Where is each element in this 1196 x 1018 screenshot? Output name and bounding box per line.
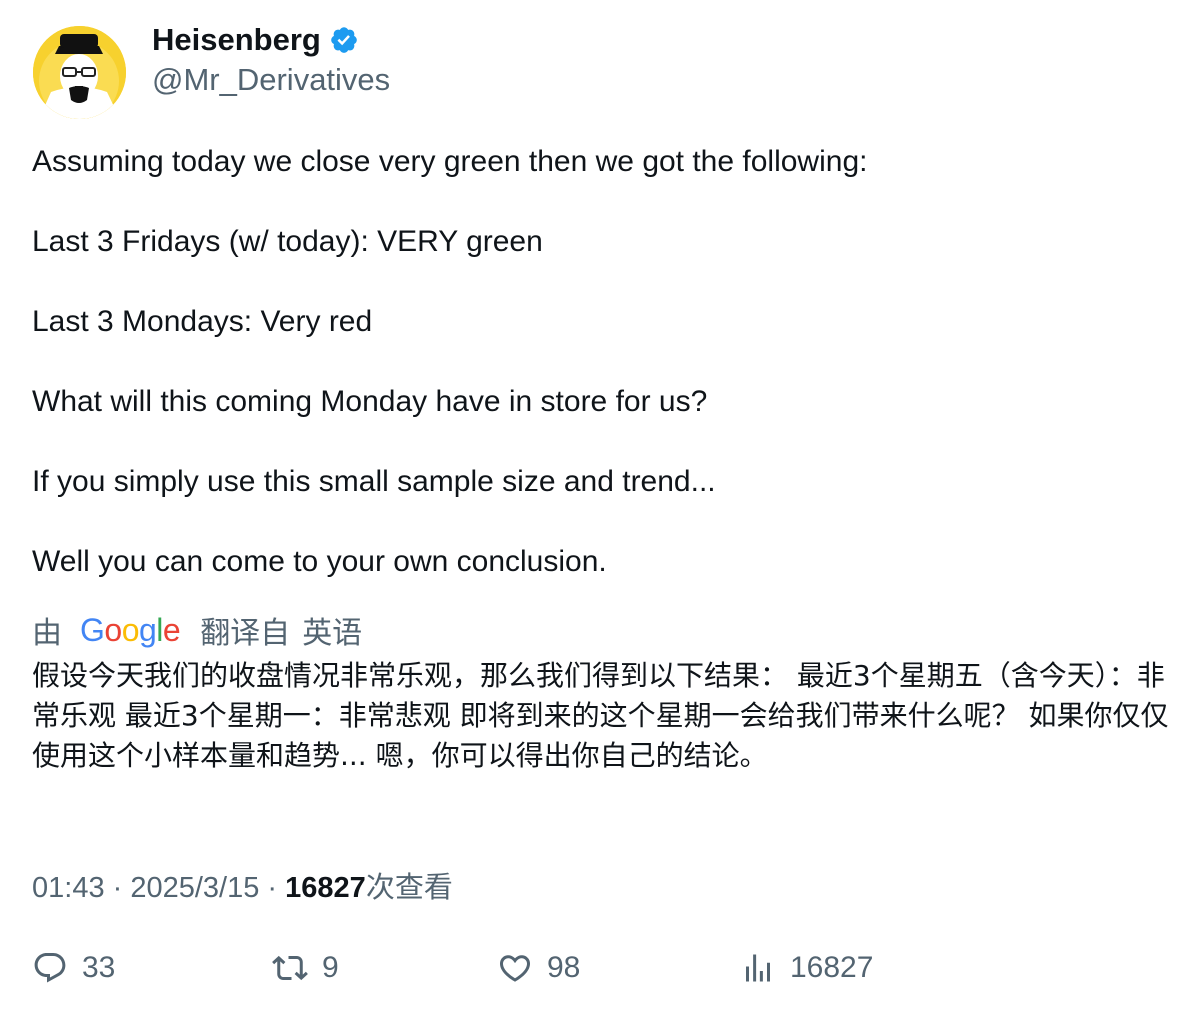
heisenberg-avatar-icon xyxy=(33,26,126,119)
verified-badge-icon xyxy=(329,25,359,55)
like-count: 98 xyxy=(547,951,581,984)
views-label: 次查看 xyxy=(365,872,453,904)
meta-separator: · xyxy=(259,872,286,904)
reply-button[interactable]: 33 xyxy=(32,950,115,986)
heart-icon xyxy=(499,955,531,982)
author-handle[interactable]: @Mr_Derivatives xyxy=(152,62,390,98)
translated-by-label: 由 xyxy=(32,617,62,650)
google-logo: Google xyxy=(80,611,181,648)
tweet-paragraph: Last 3 Fridays (w/ today): VERY green xyxy=(32,225,543,258)
source-language: 英语 xyxy=(302,617,363,650)
like-button[interactable]: 98 xyxy=(497,950,580,986)
tweet-date[interactable]: 2025/3/15 xyxy=(130,872,259,904)
tweet-meta: 01:43 · 2025/3/15 · 16827次查看 xyxy=(32,864,453,906)
tweet-paragraph: What will this coming Monday have in sto… xyxy=(32,385,708,418)
author-name-row[interactable]: Heisenberg xyxy=(152,22,359,58)
tweet-paragraph: Assuming today we close very green then … xyxy=(32,145,868,178)
reply-icon xyxy=(34,953,66,983)
tweet-paragraph: Well you can come to your own conclusion… xyxy=(32,545,607,578)
repost-button[interactable]: 9 xyxy=(272,950,339,986)
translation-attribution[interactable]: 由 Google 翻译自 英语 xyxy=(32,608,362,652)
translated-text: 假设今天我们的收盘情况非常乐观，那么我们得到以下结果： 最近3个星期五（含今天）… xyxy=(32,659,1169,772)
tweet-text: Assuming today we close very green then … xyxy=(32,142,1162,622)
translated-from-label: 翻译自 xyxy=(200,617,291,650)
views-button[interactable]: 16827 xyxy=(740,950,873,986)
tweet-paragraph: Last 3 Mondays: Very red xyxy=(32,305,373,338)
analytics-icon xyxy=(746,954,770,982)
views-count: 16827 xyxy=(285,872,366,904)
repost-count: 9 xyxy=(322,951,339,984)
views-action-count: 16827 xyxy=(790,951,874,984)
tweet-time[interactable]: 01:43 xyxy=(32,872,105,904)
action-bar: 33 9 98 16827 xyxy=(0,950,1196,994)
reply-count: 33 xyxy=(82,951,116,984)
repost-icon xyxy=(272,955,308,981)
tweet-paragraph: If you simply use this small sample size… xyxy=(32,465,716,498)
author-display-name[interactable]: Heisenberg xyxy=(152,22,321,58)
meta-separator: · xyxy=(104,872,131,904)
avatar[interactable] xyxy=(33,26,126,119)
